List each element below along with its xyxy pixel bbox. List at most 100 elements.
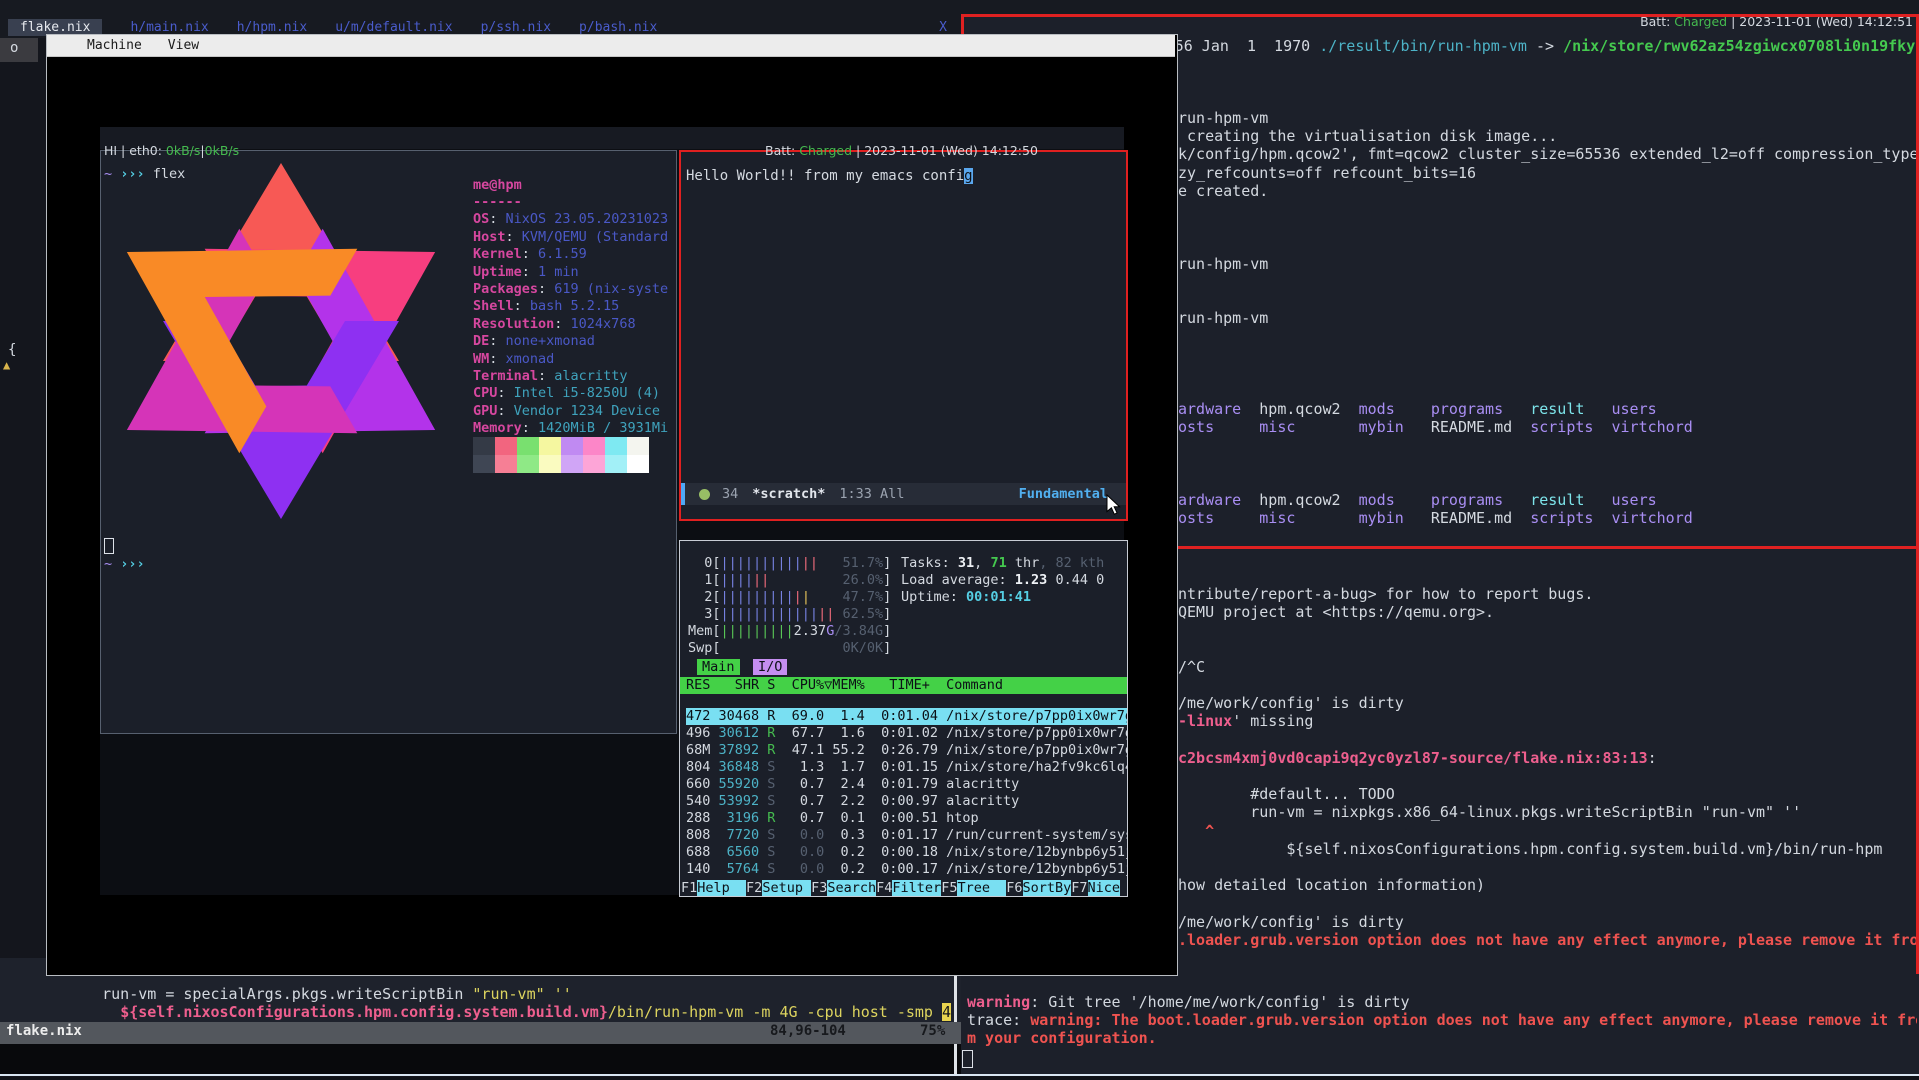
terminal-line: -linux' missing	[1178, 712, 1919, 730]
neofetch-color-palette	[473, 437, 649, 473]
terminal-line: 540 53992 S 0.7 2.2 0:00.97 alacritty	[686, 793, 1127, 810]
terminal-line: #default... TODO	[1178, 785, 1919, 803]
terminal-line	[1178, 382, 1919, 400]
modeline-accent-bar	[681, 483, 685, 505]
terminal-line	[1178, 273, 1919, 291]
terminal-line: GPU: Vendor 1234 Device	[473, 403, 675, 420]
terminal-line: 804 36848 S 1.3 1.7 0:01.15 /nix/store/h…	[686, 759, 1127, 776]
htop-tab-main[interactable]: Main	[697, 659, 740, 675]
vm-battery-clock: Batt: Charged | 2023-11-01 (Wed) 14:12:5…	[765, 143, 1038, 158]
terminal-line: Shell: bash 5.2.15	[473, 298, 675, 315]
terminal-line: c2bcsm4xmj0vd0capi9q2yc0yzl87-source/fla…	[1178, 749, 1919, 767]
terminal-line: ------	[473, 194, 675, 211]
emacs-window[interactable]	[679, 150, 1128, 521]
terminal-cursor[interactable]	[962, 1050, 973, 1068]
terminal-line	[1178, 437, 1919, 455]
black-gap	[0, 1044, 961, 1074]
modeline-number: 34	[722, 486, 738, 502]
palette-swatch	[539, 455, 561, 473]
palette-swatch	[495, 455, 517, 473]
htop-tasks-summary: Tasks: 31, 71 thr, 82 kthLoad average: 1…	[901, 555, 1127, 606]
qemu-menu-bar: Machine View	[47, 35, 1175, 57]
terminal-line: Host: KVM/QEMU (Standard	[473, 229, 675, 246]
terminal-line: Swp[ 0K/0K]	[688, 640, 1129, 657]
palette-swatch	[583, 455, 605, 473]
palette-swatch	[539, 437, 561, 455]
warning-icon: ▲	[3, 358, 10, 372]
terminal-line: Uptime: 1 min	[473, 264, 675, 281]
terminal-line: zy_refcounts=off refcount_bits=16	[1178, 164, 1919, 182]
menu-view[interactable]: View	[168, 38, 199, 53]
htop-process-table[interactable]: 472 30468 R 69.0 1.4 0:01.04 /nix/store/…	[686, 708, 1127, 879]
terminal-error-output: ntribute/report-a-bug> for how to report…	[1178, 585, 1919, 949]
vim-scroll-percent: 75%	[920, 1023, 945, 1039]
htop-table-header[interactable]: RES SHR S CPU%▽MEM% TIME+ Command	[680, 677, 1127, 694]
palette-swatch	[561, 455, 583, 473]
modeline-major-mode: Fundamental	[1019, 486, 1108, 502]
terminal-line: ^	[1178, 822, 1919, 840]
tab-bash-nix[interactable]: p/bash.nix	[579, 20, 657, 35]
terminal-line: Hello World!! from my emacs config	[686, 168, 1124, 184]
terminal-line: 3[|||||||||||||| 62.5%]	[688, 606, 1129, 623]
close-icon[interactable]: X	[939, 20, 947, 35]
terminal-line	[1178, 291, 1919, 309]
terminal-line	[1178, 731, 1919, 749]
tab-flake-nix[interactable]: flake.nix	[8, 19, 102, 36]
terminal-line: osts misc mybin README.md scripts virtch…	[1178, 418, 1919, 436]
terminal-line: run-hpm-vm	[1178, 255, 1919, 273]
terminal-line: 68M 37892 R 47.1 55.2 0:26.79 /nix/store…	[686, 742, 1127, 759]
tab-ssh-nix[interactable]: p/ssh.nix	[481, 20, 551, 35]
screen: HI | enp1s0: 0kB/s|0kB/s Batt: Charged |…	[0, 0, 1919, 1080]
buffer-status-dot-icon	[699, 489, 710, 500]
terminal-line	[1178, 364, 1919, 382]
shell-cursor[interactable]	[104, 538, 114, 554]
terminal-line: CPU: Intel i5-8250U (4)	[473, 385, 675, 402]
htop-function-key-bar[interactable]: F1Help F2Setup F3SearchF4FilterF5Tree F6…	[681, 880, 1127, 896]
mouse-cursor	[1106, 494, 1121, 516]
terminal-line: run-hpm-vm	[1178, 309, 1919, 327]
menu-machine[interactable]: Machine	[87, 38, 142, 53]
terminal-build-output: run-hpm-vm creating the virtualisation d…	[1178, 109, 1919, 528]
terminal-line: Tasks: 31, 71 thr, 82 kth	[901, 555, 1127, 572]
palette-swatch	[561, 437, 583, 455]
terminal-line: Batt: Charged | 2023-11-01 (Wed) 14:12:5…	[765, 143, 1038, 158]
terminal-line: Mem[|||||||||2.37G/3.84G]	[688, 623, 1129, 640]
terminal-line	[1178, 621, 1919, 639]
terminal-line: Terminal: alacritty	[473, 368, 675, 385]
terminal-line: trace: warning: The boot.loader.grub.ver…	[967, 1011, 1917, 1029]
terminal-line: run-vm = specialArgs.pkgs.writeScriptBin…	[66, 985, 961, 1003]
terminal-line: QEMU project at <https://qemu.org>.	[1178, 603, 1919, 621]
screen-bottom-border	[0, 1074, 1919, 1076]
terminal-line: WM: xmonad	[473, 351, 675, 368]
tab-main-nix[interactable]: h/main.nix	[130, 20, 208, 35]
palette-swatch	[627, 437, 649, 455]
terminal-line: Memory: 1420MiB / 3931Mi	[473, 420, 675, 437]
terminal-line	[1178, 473, 1919, 491]
palette-swatch	[605, 437, 627, 455]
terminal-line: /me/work/config' is dirty	[1178, 694, 1919, 712]
emacs-modeline: 34 *scratch* 1:33 All Fundamental	[681, 483, 1126, 505]
terminal-line	[1178, 894, 1919, 912]
terminal-line: me@hpm	[473, 177, 675, 194]
terminal-line: 808 7720 S 0.0 0.3 0:01.17 /run/current-…	[686, 827, 1127, 844]
neofetch-info: me@hpm------OS: NixOS 23.05.20231023Host…	[473, 177, 675, 438]
emacs-buffer-text: Hello World!! from my emacs config	[686, 168, 1124, 184]
terminal-line: /me/work/config' is dirty	[1178, 913, 1919, 931]
terminal-line: k/config/hpm.qcow2', fmt=qcow2 cluster_s…	[1178, 145, 1919, 163]
palette-swatch	[517, 437, 539, 455]
tab-hpm-nix[interactable]: h/hpm.nix	[237, 20, 307, 35]
terminal-line	[1178, 455, 1919, 473]
tab-default-nix[interactable]: u/m/default.nix	[335, 20, 452, 35]
modeline-buffer-name: *scratch*	[752, 486, 825, 502]
terminal-line: DE: none+xmonad	[473, 333, 675, 350]
terminal-line: 288 3196 R 0.7 0.1 0:00.51 htop	[686, 810, 1127, 827]
terminal-line: warning: Git tree '/home/me/work/config'…	[967, 993, 1917, 1011]
vim-filename: flake.nix	[6, 1023, 82, 1039]
terminal-line: ~ ›››	[104, 556, 153, 572]
terminal-line: how detailed location information)	[1178, 876, 1919, 894]
palette-swatch	[473, 455, 495, 473]
palette-swatch	[627, 455, 649, 473]
htop-tab-io[interactable]: I/O	[753, 659, 787, 675]
terminal-line: e created.	[1178, 182, 1919, 200]
terminal-line: 496 30612 R 67.7 1.6 0:01.02 /nix/store/…	[686, 725, 1127, 742]
